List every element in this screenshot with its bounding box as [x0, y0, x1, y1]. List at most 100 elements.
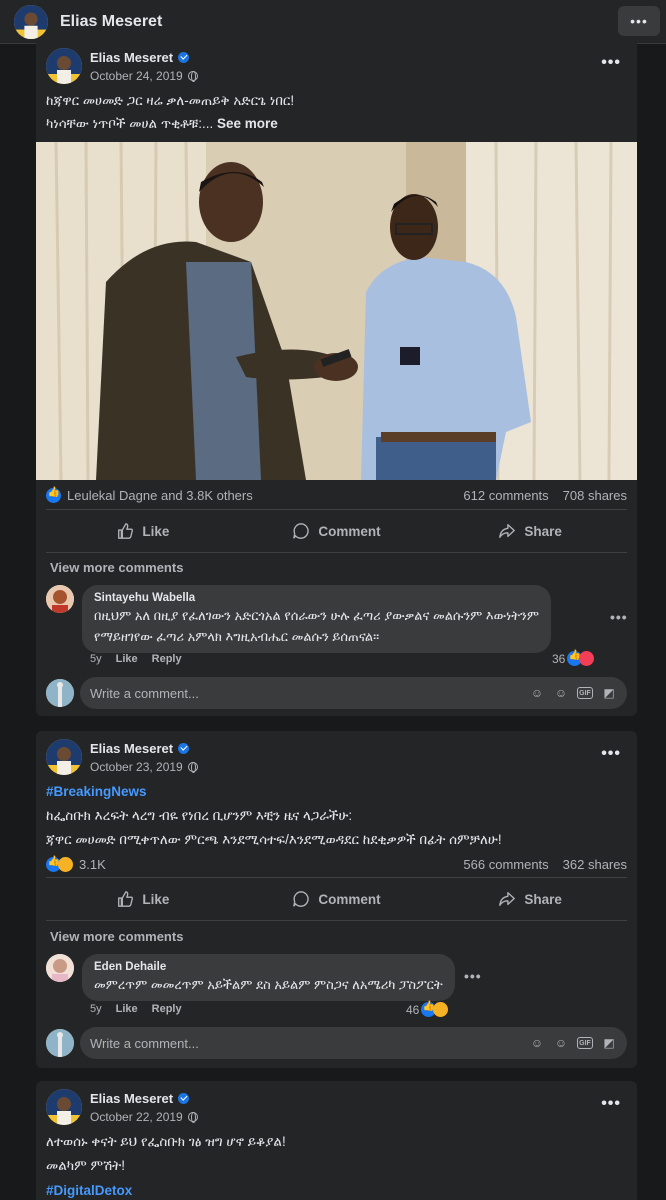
author-avatar[interactable]: [46, 739, 82, 775]
write-comment-row: Write a comment... ☺ ☺ GIF ◩: [46, 676, 627, 710]
author-name[interactable]: Elias Meseret: [90, 1091, 173, 1106]
hashtag-link[interactable]: #BreakingNews: [46, 783, 147, 801]
post-header: Elias Meseret October 24, 2019: [46, 48, 198, 84]
like-button[interactable]: Like: [46, 522, 240, 540]
globe-icon: [187, 761, 198, 773]
comment-author[interactable]: Sintayehu Wabella: [94, 592, 539, 604]
haha-reaction-icon: [58, 857, 73, 872]
author-name[interactable]: Elias Meseret: [90, 50, 173, 65]
gif-icon[interactable]: GIF: [577, 687, 593, 699]
comment-like-button[interactable]: Like: [116, 653, 138, 665]
view-more-comments-link[interactable]: View more comments: [50, 560, 183, 575]
comments-count[interactable]: 612 comments: [463, 488, 548, 503]
comment-text-line: በዚህም አለ በዚያ የፈለገውን አድርጎአል የሰራውን ሁሉ ፈጣሪ ያ…: [94, 608, 540, 623]
like-button[interactable]: Like: [46, 890, 240, 908]
author-name[interactable]: Elias Meseret: [90, 741, 173, 756]
comment-icon: [293, 523, 310, 539]
author-avatar[interactable]: [46, 1089, 82, 1125]
page-title: Elias Meseret: [60, 12, 163, 30]
comment-menu-button[interactable]: •••: [464, 968, 482, 984]
share-button[interactable]: Share: [433, 890, 627, 908]
post-menu-button[interactable]: •••: [601, 54, 621, 72]
post-header: Elias Meseret October 22, 2019: [46, 1089, 198, 1125]
post-text-line: ከጃዋር መሀመድ ጋር ዛሬ ቃለ-መጠይቅ አድርጌ ነበር!: [46, 93, 295, 108]
current-user-avatar[interactable]: [46, 1029, 74, 1057]
emoji-icon[interactable]: ☺: [553, 1035, 569, 1051]
love-reaction-icon: [579, 651, 595, 666]
comment-like-button[interactable]: Like: [116, 1003, 138, 1015]
comment-reactions[interactable]: 36: [552, 650, 595, 666]
comment-age[interactable]: 5y: [90, 1003, 102, 1015]
commenter-avatar[interactable]: [46, 954, 74, 982]
thumbs-up-icon: [118, 891, 134, 907]
comment-author[interactable]: Eden Dehaile: [94, 961, 443, 973]
comment-text-line: መምረጥም መመረጥም አይችልም ደስ አይልም ምስጋና ለአሜሪካ ፓስፖ…: [94, 977, 443, 992]
comment-age[interactable]: 5y: [90, 653, 102, 665]
verified-badge-icon: [178, 1092, 190, 1104]
comment-button[interactable]: Comment: [240, 522, 434, 540]
post-text-line: መልካም ምሽት!: [46, 1158, 126, 1173]
hashtag-link[interactable]: #DigitalDetox: [46, 1182, 132, 1200]
comment: Eden Dehaile መምረጥም መመረጥም አይችልም ደስ አይልም ም…: [46, 954, 455, 1001]
post-card: Elias Meseret October 24, 2019 ••• ከጃዋር …: [36, 40, 637, 716]
post-action-bar: Like Comment Share: [46, 509, 627, 553]
comment-input[interactable]: Write a comment... ☺ ☺ GIF ◩: [80, 677, 627, 709]
header-more-button[interactable]: •••: [618, 6, 660, 36]
post-text-line: ካነሳቸው ነጥቦች መሀል ጥቂቶቹ:... See more: [46, 116, 278, 131]
comment-reply-button[interactable]: Reply: [152, 1003, 182, 1015]
post-action-bar: Like Comment Share: [46, 877, 627, 921]
shares-count[interactable]: 362 shares: [563, 857, 627, 872]
gif-icon[interactable]: GIF: [577, 1037, 593, 1049]
reactions-text[interactable]: Leulekal Dagne and 3.8K others: [67, 488, 253, 503]
comments-count[interactable]: 566 comments: [463, 857, 548, 872]
current-user-avatar[interactable]: [46, 679, 74, 707]
share-icon: [499, 892, 516, 906]
share-button[interactable]: Share: [433, 522, 627, 540]
comment-icon: [293, 891, 310, 907]
post-menu-button[interactable]: •••: [601, 745, 621, 763]
comment: Sintayehu Wabella በዚህም አለ በዚያ የፈለገውን አድር…: [46, 585, 552, 653]
verified-badge-icon: [178, 742, 190, 754]
emoji-icon[interactable]: ☺: [553, 685, 569, 701]
sticker-icon[interactable]: ◩: [601, 685, 617, 701]
view-more-comments-link[interactable]: View more comments: [50, 929, 183, 944]
globe-icon: [187, 70, 198, 82]
share-icon: [499, 524, 516, 538]
comment-input[interactable]: Write a comment... ☺ ☺ GIF ◩: [80, 1027, 627, 1059]
post-date[interactable]: October 22, 2019: [90, 1110, 183, 1124]
page-header: Elias Meseret •••: [0, 0, 666, 44]
post-date[interactable]: October 24, 2019: [90, 69, 183, 83]
post-text-line: ከፌስቡክ እረፍት ላረግ ብዬ የነበረ ቢሆንም እቺን ዜና ላጋራችሁ…: [46, 808, 353, 823]
reactions-summary: 3.1K 566 comments 362 shares: [46, 856, 627, 872]
post-date[interactable]: October 23, 2019: [90, 760, 183, 774]
comment-text-line: የማይዘገየው ፈጣሪ አምላክ እግዚአብሔር መልሱን ይሰጠናል።: [94, 629, 380, 644]
reactions-summary: Leulekal Dagne and 3.8K others 612 comme…: [46, 487, 627, 503]
post-photo[interactable]: [36, 142, 637, 480]
author-avatar[interactable]: [46, 48, 82, 84]
commenter-avatar[interactable]: [46, 585, 74, 613]
post-text-line: ለተወሰኑ ቀናት ይህ የፌስቡክ ገፅ ዝግ ሆኖ ይቆያል!: [46, 1134, 286, 1149]
comment-actions: 5y Like Reply: [90, 1003, 196, 1015]
verified-badge-icon: [178, 51, 190, 63]
page-avatar[interactable]: [14, 4, 48, 39]
see-more-link[interactable]: See more: [217, 116, 278, 131]
avatar-sticker-icon[interactable]: ☺: [529, 1035, 545, 1051]
shares-count[interactable]: 708 shares: [563, 488, 627, 503]
comment-bubble: Sintayehu Wabella በዚህም አለ በዚያ የፈለገውን አድር…: [82, 585, 552, 653]
post-text-line: ጃዋር መሀመድ በሚቀጥለው ምርጫ እንደሚሳተፍ/እንደሚወዳደር ከደቂ…: [46, 832, 502, 847]
avatar-sticker-icon[interactable]: ☺: [529, 685, 545, 701]
reactions-text[interactable]: 3.1K: [79, 857, 106, 872]
comment-button[interactable]: Comment: [240, 890, 434, 908]
comment-menu-button[interactable]: •••: [610, 609, 628, 625]
comment-actions: 5y Like Reply: [90, 653, 196, 665]
post-menu-button[interactable]: •••: [601, 1095, 621, 1113]
comment-reactions[interactable]: 46: [406, 1001, 449, 1017]
post-header: Elias Meseret October 23, 2019: [46, 739, 198, 775]
comment-bubble: Eden Dehaile መምረጥም መመረጥም አይችልም ደስ አይልም ም…: [82, 954, 455, 1001]
like-reaction-icon: [46, 487, 61, 503]
post-card: Elias Meseret October 23, 2019 ••• #Brea…: [36, 731, 637, 1068]
sticker-icon[interactable]: ◩: [601, 1035, 617, 1051]
comment-reply-button[interactable]: Reply: [152, 653, 182, 665]
globe-icon: [187, 1111, 198, 1123]
post-card: Elias Meseret October 22, 2019 ••• ለተወሰኑ…: [36, 1081, 637, 1200]
